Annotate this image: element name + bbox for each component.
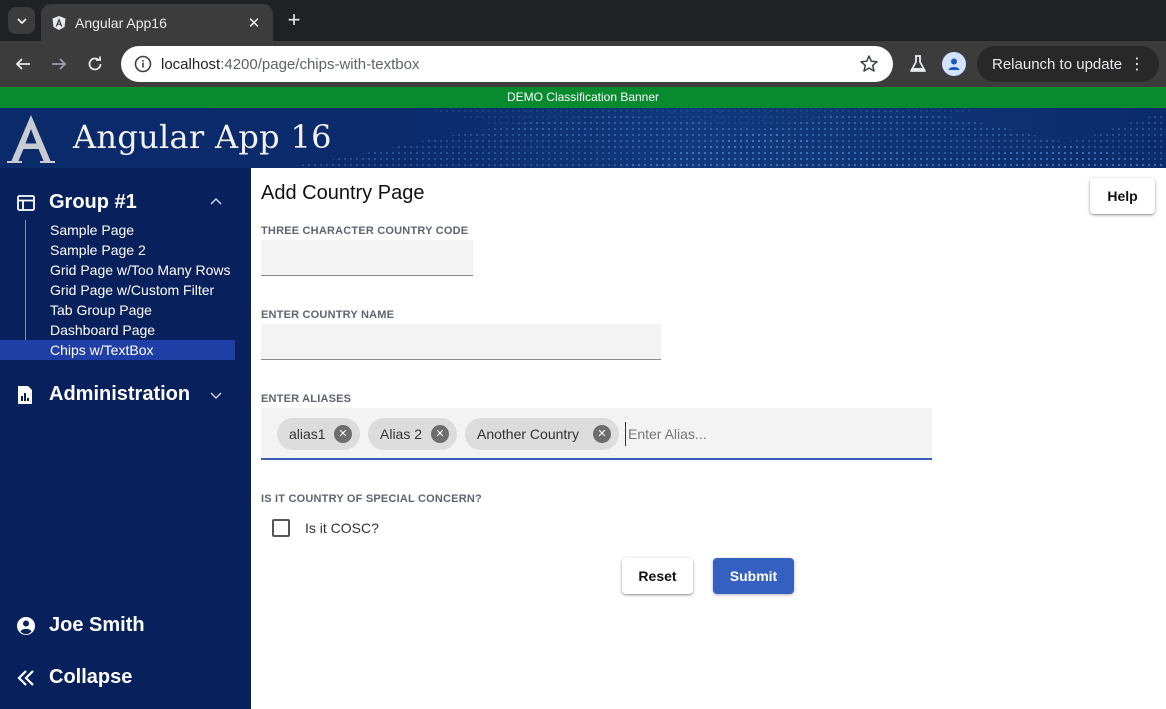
tab-search-button[interactable] bbox=[8, 7, 35, 34]
collapse-label: Collapse bbox=[49, 666, 133, 688]
tab-title: Angular App16 bbox=[75, 14, 167, 31]
reload-icon bbox=[88, 56, 102, 71]
chevron-up-icon bbox=[210, 197, 222, 205]
cosc-checkbox-label[interactable]: Is it COSC? bbox=[305, 520, 379, 536]
sidebar-admin-label: Administration bbox=[49, 383, 191, 405]
cosc-label: IS IT COUNTRY OF SPECIAL CONCERN? bbox=[261, 493, 482, 505]
sidebar-item-chips-textbox[interactable]: Chips w/TextBox bbox=[0, 340, 235, 360]
cosc-checkbox[interactable] bbox=[272, 519, 290, 537]
help-button[interactable]: Help bbox=[1090, 178, 1155, 214]
browser-toolbar: localhost:4200/page/chips-with-textbox R… bbox=[0, 41, 1166, 87]
sidebar-item-sample-page-2[interactable]: Sample Page 2 bbox=[0, 240, 251, 260]
arrow-right-icon bbox=[52, 58, 67, 70]
more-menu-icon[interactable]: ⋮ bbox=[1129, 54, 1145, 74]
main-content: Add Country Page Help THREE CHARACTER CO… bbox=[251, 168, 1165, 708]
country-name-input[interactable] bbox=[261, 324, 661, 360]
chip-label: Alias 2 bbox=[380, 426, 423, 442]
aliases-label: ENTER ALIASES bbox=[261, 393, 352, 405]
double-chevron-left-icon bbox=[17, 670, 34, 686]
chevron-down-icon bbox=[16, 17, 27, 24]
sidebar-collapse-button[interactable]: Collapse bbox=[0, 664, 251, 694]
tab-close-icon[interactable]: ✕ bbox=[245, 14, 263, 32]
url-path: :4200/page/chips-with-textbox bbox=[220, 55, 420, 73]
sidebar-group-header[interactable]: Group #1 bbox=[0, 188, 251, 218]
chip-another-country[interactable]: Another Country ✕ bbox=[465, 418, 619, 450]
chip-alias1[interactable]: alias1 ✕ bbox=[277, 418, 360, 450]
reload-button[interactable] bbox=[83, 52, 107, 76]
app-header: Angular App 16 bbox=[0, 108, 1166, 168]
classification-banner: DEMO Classification Banner bbox=[0, 87, 1166, 108]
sidebar-item-tab-group[interactable]: Tab Group Page bbox=[0, 300, 251, 320]
sidebar: Group #1 Sample Page Sample Page 2 Grid … bbox=[0, 168, 251, 709]
chevron-down-icon bbox=[210, 392, 222, 400]
country-name-label: ENTER COUNTRY NAME bbox=[261, 309, 395, 321]
profile-avatar[interactable] bbox=[942, 52, 966, 76]
sidebar-user[interactable]: Joe Smith bbox=[0, 612, 251, 642]
relaunch-label: Relaunch to update bbox=[992, 55, 1123, 73]
angular-favicon-icon bbox=[52, 15, 66, 30]
labs-flask-icon[interactable] bbox=[906, 52, 930, 76]
person-icon bbox=[948, 58, 960, 70]
chip-remove-icon[interactable]: ✕ bbox=[593, 425, 611, 443]
url-host: localhost bbox=[161, 55, 221, 73]
forward-button[interactable] bbox=[47, 52, 71, 76]
app-title: Angular App 16 bbox=[73, 118, 332, 156]
submit-button[interactable]: Submit bbox=[713, 558, 794, 594]
sidebar-submenu: Sample Page Sample Page 2 Grid Page w/To… bbox=[0, 220, 251, 360]
user-name: Joe Smith bbox=[49, 614, 145, 636]
sidebar-group-administration[interactable]: Administration bbox=[0, 380, 251, 410]
reset-button[interactable]: Reset bbox=[622, 558, 693, 594]
sidebar-item-grid-custom-filter[interactable]: Grid Page w/Custom Filter bbox=[0, 280, 251, 300]
browser-tabstrip: Angular App16 ✕ + bbox=[0, 0, 1166, 41]
sidebar-item-dashboard[interactable]: Dashboard Page bbox=[0, 320, 251, 340]
address-bar[interactable]: localhost:4200/page/chips-with-textbox bbox=[121, 46, 893, 82]
chip-alias-2[interactable]: Alias 2 ✕ bbox=[368, 418, 457, 450]
sidebar-group-label: Group #1 bbox=[49, 191, 137, 213]
sidebar-item-grid-too-many-rows[interactable]: Grid Page w/Too Many Rows bbox=[0, 260, 251, 280]
new-tab-button[interactable]: + bbox=[282, 8, 306, 32]
aliases-chip-field[interactable]: alias1 ✕ Alias 2 ✕ Another Country ✕ bbox=[261, 408, 932, 460]
sidebar-item-sample-page[interactable]: Sample Page bbox=[0, 220, 251, 240]
arrow-left-icon bbox=[15, 58, 30, 70]
app-logo-icon bbox=[7, 115, 55, 163]
bookmark-star-icon[interactable] bbox=[857, 54, 881, 74]
site-info-icon[interactable] bbox=[133, 54, 153, 74]
chip-remove-icon[interactable]: ✕ bbox=[334, 425, 352, 443]
country-code-input[interactable] bbox=[261, 240, 473, 276]
report-icon bbox=[18, 386, 32, 404]
country-code-label: THREE CHARACTER COUNTRY CODE bbox=[261, 225, 469, 237]
chip-label: Another Country bbox=[477, 426, 579, 442]
browser-tab[interactable]: Angular App16 ✕ bbox=[41, 4, 273, 41]
alias-input[interactable] bbox=[625, 422, 915, 446]
back-button[interactable] bbox=[11, 52, 35, 76]
url-text[interactable]: localhost:4200/page/chips-with-textbox bbox=[161, 56, 857, 73]
page-title: Add Country Page bbox=[261, 182, 425, 204]
relaunch-to-update-button[interactable]: Relaunch to update ⋮ bbox=[977, 46, 1159, 82]
chip-label: alias1 bbox=[289, 426, 326, 442]
layout-icon bbox=[17, 195, 35, 211]
account-circle-icon bbox=[17, 617, 35, 635]
chip-remove-icon[interactable]: ✕ bbox=[431, 425, 449, 443]
